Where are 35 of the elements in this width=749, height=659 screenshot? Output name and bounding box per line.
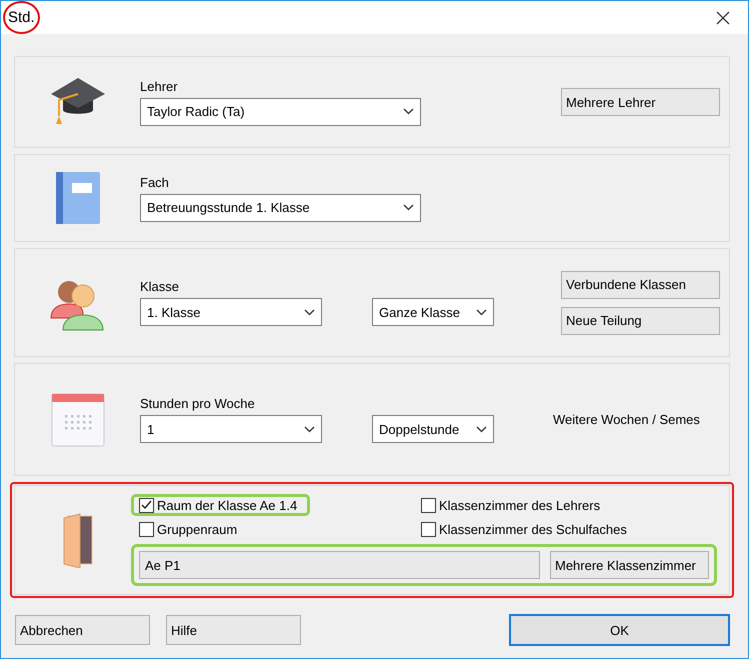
weeks-link[interactable]: Weitere Wochen / Semes — [553, 412, 729, 427]
field-label: Stunden pro Woche — [140, 396, 256, 411]
door-icon — [62, 512, 94, 568]
field-label: Klasse — [140, 279, 180, 294]
chevron-down-icon — [476, 308, 487, 316]
dropdown[interactable]: Ganze Klasse — [372, 298, 494, 326]
window-title: Std. — [3, 1, 40, 34]
side-button[interactable]: Neue Teilung — [561, 306, 720, 334]
dropdown[interactable]: Taylor Radic (Ta) — [140, 98, 421, 126]
chevron-down-icon — [476, 426, 487, 432]
calendar-icon — [50, 392, 104, 446]
dropdown[interactable]: 1 — [140, 415, 322, 443]
checkbox[interactable]: Klassenzimmer des Schulfaches — [413, 518, 640, 540]
dropdown[interactable]: 1. Klasse — [140, 298, 322, 326]
room-field[interactable]: Ae P1 — [139, 551, 540, 579]
checkbox[interactable]: Raum der Klasse Ae 1.4 — [131, 494, 310, 516]
checkbox[interactable]: Gruppenraum — [131, 518, 250, 540]
field-label: Lehrer — [140, 78, 179, 94]
checkbox[interactable]: Klassenzimmer des Lehrers — [413, 494, 614, 516]
dialog-button[interactable]: Hilfe — [166, 615, 301, 645]
dialog-button[interactable]: OK — [509, 614, 730, 646]
chevron-down-icon — [304, 426, 315, 432]
side-button[interactable]: Mehrere Lehrer — [561, 88, 720, 116]
rooms-button[interactable]: Mehrere Klassenzimmer — [550, 551, 709, 579]
close-icon[interactable] — [716, 10, 730, 24]
side-button[interactable]: Verbundene Klassen — [561, 270, 720, 298]
chevron-down-icon — [403, 204, 414, 211]
field-label: Fach — [140, 174, 170, 190]
chevron-down-icon — [304, 308, 315, 316]
checkmark-icon — [141, 500, 152, 510]
dropdown[interactable]: Betreuungsstunde 1. Klasse — [140, 194, 421, 222]
dropdown[interactable]: Doppelstunde — [372, 415, 494, 443]
book-icon — [54, 171, 100, 225]
dialog-button[interactable]: Abbrechen — [15, 615, 150, 645]
chevron-down-icon — [403, 108, 414, 115]
